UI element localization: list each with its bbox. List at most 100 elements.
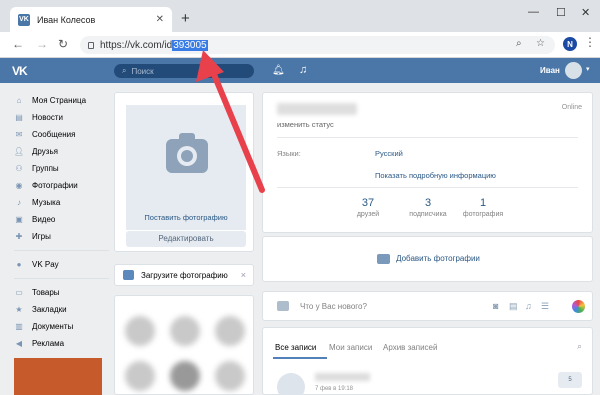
camera-icon (277, 301, 289, 311)
photos-icon: ◉ (15, 181, 23, 190)
languages-label: Языки: (277, 149, 301, 158)
sidebar-item-vkpay[interactable]: ● VK Pay (14, 256, 109, 273)
video-attach-icon[interactable]: ▤ (509, 301, 519, 311)
divider (277, 187, 578, 188)
new-post-box[interactable]: Что у Вас нового? ◙ ▤ ♫ ☰ (262, 291, 593, 321)
sidebar-item-groups[interactable]: ⚇ Группы (14, 160, 109, 177)
sidebar-item-ads[interactable]: ◀ Реклама (14, 335, 109, 352)
friends-block (114, 295, 254, 395)
tab-close-icon[interactable]: ✕ (156, 14, 164, 25)
games-icon: ✚ (15, 232, 23, 241)
friend-avatar[interactable] (170, 316, 200, 346)
vk-page: ⌂ Моя Страница ▤ Новости ✉ Сообщения 👤︎ Друз… (0, 83, 600, 395)
sidebar-item-label: Реклама (32, 339, 65, 348)
maximize-icon[interactable]: ☐ (556, 6, 566, 19)
sidebar-item-video[interactable]: ▣ Видео (14, 211, 109, 228)
back-icon[interactable]: ← (12, 37, 24, 51)
close-icon[interactable]: × (241, 270, 246, 280)
poll-attach-icon[interactable]: ☰ (541, 301, 551, 311)
header-user-name[interactable]: Иван (540, 66, 560, 75)
forward-icon[interactable]: → (36, 37, 48, 51)
counter-value: 1 (479, 197, 487, 209)
post-date[interactable]: 7 фев в 19:18 (315, 386, 353, 392)
address-bar: ← → ↻ https://vk.com/id393005 ⌕ ☆ (0, 32, 600, 58)
sidebar-item-my-page[interactable]: ⌂ Моя Страница (14, 92, 109, 109)
music-note-icon[interactable]: ♫ (299, 64, 307, 76)
zoom-icon[interactable]: ⌕ (516, 38, 522, 49)
post-badge[interactable]: 5 (558, 372, 582, 388)
set-photo-link[interactable]: Поставить фотографию (126, 213, 246, 222)
groups-icon: ⚇ (15, 164, 23, 173)
music-icon: ♪ (17, 198, 21, 207)
friends-counter[interactable]: 37 друзей (338, 197, 398, 218)
sidebar-item-friends[interactable]: 👤︎ Друзья (14, 143, 109, 160)
browser-tab[interactable]: VK Иван Колесов ✕ (10, 7, 172, 32)
friends-icon: 👤︎ (13, 147, 25, 156)
tab-all-posts[interactable]: Все записи (275, 343, 316, 352)
post-input-placeholder[interactable]: Что у Вас нового? (300, 302, 367, 311)
counter-label: подписчика (409, 211, 447, 218)
new-tab-button[interactable]: + (181, 11, 190, 26)
minimize-icon[interactable]: — (528, 6, 539, 18)
friend-avatar[interactable] (215, 361, 245, 391)
search-placeholder: Поиск (131, 66, 154, 76)
friend-avatar[interactable] (215, 316, 245, 346)
sidebar-item-label: VK Pay (32, 260, 59, 269)
counter-value: 37 (361, 197, 375, 209)
reload-icon[interactable]: ↻ (58, 37, 68, 51)
photos-counter[interactable]: 1 фотография (453, 197, 513, 218)
avatar-placeholder[interactable]: Поставить фотографию (126, 105, 246, 230)
ad-image[interactable] (14, 358, 102, 395)
post-author-avatar[interactable] (277, 373, 305, 395)
profile-name (277, 103, 357, 115)
vk-search-input[interactable]: ⌕ Поиск (114, 64, 254, 78)
close-window-icon[interactable]: ✕ (581, 6, 590, 19)
music-attach-icon[interactable]: ♫ (525, 301, 535, 311)
menu-divider (14, 278, 109, 279)
post-author-name[interactable] (315, 373, 370, 381)
friend-avatar[interactable] (170, 361, 200, 391)
show-more-info-link[interactable]: Показать подробную информацию (375, 171, 496, 180)
followers-counter[interactable]: 3 подписчика (398, 197, 458, 218)
edit-profile-button[interactable]: Редактировать (126, 231, 246, 247)
languages-value[interactable]: Русский (375, 149, 403, 158)
url-input[interactable]: https://vk.com/id393005 ⌕ ☆ (80, 36, 555, 54)
sidebar-item-goods[interactable]: ▭ Товары (14, 284, 109, 301)
video-icon: ▣ (15, 215, 23, 224)
tab-my-posts[interactable]: Мои записи (329, 343, 372, 352)
vk-logo[interactable]: VK (12, 64, 34, 78)
chevron-down-icon[interactable]: ▾ (586, 65, 590, 73)
search-icon[interactable]: ⌕ (577, 341, 582, 352)
add-photos-link[interactable]: Добавить фотографии (263, 254, 594, 264)
browser-profile-avatar[interactable]: N (563, 37, 577, 51)
sidebar-item-games[interactable]: ✚ Игры (14, 228, 109, 245)
sidebar-item-documents[interactable]: ▥ Документы (14, 318, 109, 335)
photo-attach-icon[interactable]: ◙ (493, 301, 503, 311)
add-photos-label: Добавить фотографии (396, 254, 480, 264)
browser-menu-icon[interactable]: ⋮ (584, 35, 596, 49)
sidebar-item-label: Друзья (32, 147, 58, 156)
friend-avatar[interactable] (125, 361, 155, 391)
notifications-bell-icon[interactable]: 🔔︎ (272, 65, 285, 76)
sidebar-item-messages[interactable]: ✉ Сообщения (14, 126, 109, 143)
counter-label: фотография (462, 211, 504, 218)
sidebar-item-label: Закладки (32, 305, 67, 314)
counter-label: друзей (356, 211, 380, 218)
friend-avatar[interactable] (125, 316, 155, 346)
sidebar-item-label: Музыка (32, 198, 61, 207)
camera-icon (377, 254, 391, 264)
messages-icon: ✉ (15, 130, 23, 139)
color-palette-icon[interactable] (572, 300, 585, 313)
status-link[interactable]: изменить статус (277, 120, 334, 129)
left-menu: ⌂ Моя Страница ▤ Новости ✉ Сообщения 👤︎ Друз… (14, 92, 109, 352)
sidebar-item-bookmarks[interactable]: ★ Закладки (14, 301, 109, 318)
sidebar-item-photos[interactable]: ◉ Фотографии (14, 177, 109, 194)
tab-archive[interactable]: Архив записей (383, 343, 437, 352)
upload-photo-card[interactable]: Загрузите фотографию × (114, 264, 254, 286)
url-prefix: https://vk.com/id (100, 39, 173, 51)
bookmark-star-icon[interactable]: ☆ (536, 38, 545, 49)
sidebar-item-label: Моя Страница (32, 96, 87, 105)
header-avatar[interactable] (565, 62, 582, 79)
sidebar-item-music[interactable]: ♪ Музыка (14, 194, 109, 211)
sidebar-item-news[interactable]: ▤ Новости (14, 109, 109, 126)
